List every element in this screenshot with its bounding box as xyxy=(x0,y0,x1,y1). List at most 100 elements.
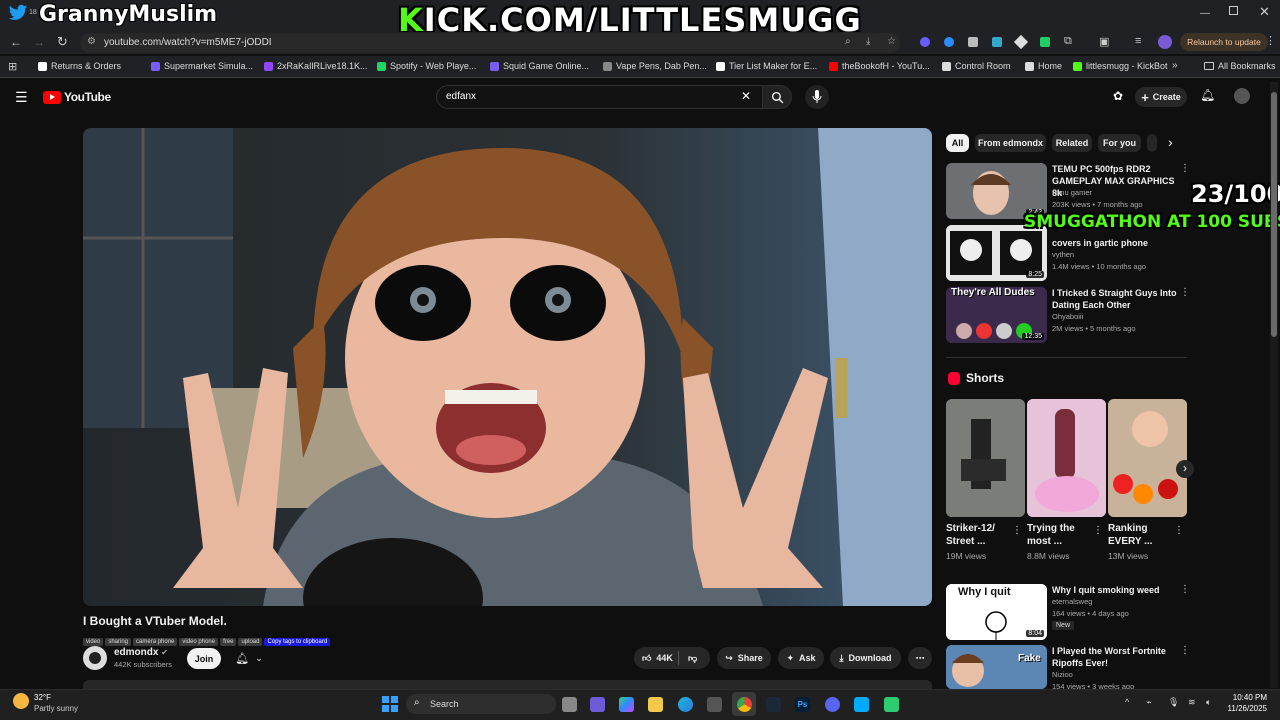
video-tag[interactable]: free xyxy=(220,638,237,646)
more-actions-button[interactable]: ⋯ xyxy=(908,647,932,669)
bookmark-item[interactable]: Squid Game Online... xyxy=(490,61,589,71)
more-actions-icon[interactable]: ⋮ xyxy=(1180,585,1190,595)
video-player[interactable] xyxy=(83,128,932,606)
like-count[interactable]: 44K xyxy=(656,653,673,663)
all-bookmarks[interactable]: All Bookmarks xyxy=(1204,61,1276,71)
extensions-puzzle-icon[interactable]: ⧉ xyxy=(1064,35,1072,48)
forward-icon[interactable]: → xyxy=(33,35,45,49)
zoom-icon[interactable]: ⌕ xyxy=(845,36,851,47)
weather-icon[interactable] xyxy=(13,693,29,709)
chips-next-icon[interactable]: › xyxy=(1168,134,1173,150)
more-actions-icon[interactable]: ⋮ xyxy=(1180,164,1190,174)
chip-all[interactable]: All xyxy=(946,134,969,152)
bookmark-item[interactable]: Supermarket Simula... xyxy=(151,61,253,71)
bookmark-item[interactable]: theBookofH - YouTu... xyxy=(829,61,930,71)
steam-icon[interactable] xyxy=(766,697,781,712)
bookmark-item[interactable]: 2xRaKaIlRLive18.1K... xyxy=(264,61,368,71)
download-button[interactable]: ⤓ Download xyxy=(830,647,901,669)
bookmark-item[interactable]: Home xyxy=(1025,61,1062,71)
copilot-icon[interactable] xyxy=(619,697,634,712)
browser-menu-icon[interactable]: ⋮ xyxy=(1265,34,1276,47)
url-text[interactable]: youtube.com/watch?v=m5ME7-jODDI xyxy=(104,37,272,48)
ask-button[interactable]: ✦ Ask xyxy=(778,647,824,669)
bookmark-star-icon[interactable]: ☆ xyxy=(887,36,896,47)
page-scrollbar[interactable] xyxy=(1270,82,1278,688)
bookmark-item[interactable]: Tier List Maker for E... xyxy=(716,61,817,71)
clock-time[interactable]: 10:40 PM xyxy=(1225,693,1267,702)
extension-2-icon[interactable] xyxy=(944,37,954,47)
like-icon[interactable]: 👍︎ xyxy=(642,653,651,664)
channel-avatar[interactable] xyxy=(83,646,107,670)
related-thumbnail[interactable]: Why I quit 8:04 xyxy=(946,584,1047,640)
weather-temp[interactable]: 32°F xyxy=(34,693,51,702)
related-video-title[interactable]: I Played the Worst Fortnite Ripoffs Ever… xyxy=(1052,645,1177,669)
more-actions-icon[interactable]: ⋮ xyxy=(1012,526,1022,536)
apps-grid-icon[interactable]: ⊞ xyxy=(8,60,17,73)
chip-from-channel[interactable]: From edmondx xyxy=(975,134,1046,152)
more-actions-icon[interactable]: ⋮ xyxy=(1180,288,1190,298)
search-query[interactable]: edfanx xyxy=(446,91,476,102)
bookmark-item[interactable]: Vape Pens, Dab Pen... xyxy=(603,61,707,71)
address-bar[interactable]: ⚙ youtube.com/watch?v=m5ME7-jODDI xyxy=(80,33,900,53)
more-bookmarks-icon[interactable]: » xyxy=(1172,60,1178,71)
back-icon[interactable]: ← xyxy=(10,35,22,49)
weather-desc[interactable]: Partly sunny xyxy=(34,704,78,713)
short-thumbnail[interactable] xyxy=(946,399,1025,517)
related-channel[interactable]: eternalsweg xyxy=(1052,596,1092,608)
wifi-icon[interactable]: ≋ xyxy=(1188,697,1196,708)
short-title[interactable]: Striker-12/ Street ... xyxy=(946,522,1012,548)
video-tag[interactable]: sharing xyxy=(105,638,132,646)
related-thumbnail[interactable]: They're All Dudes 12:35 xyxy=(946,287,1047,343)
short-thumbnail[interactable] xyxy=(1027,399,1106,517)
notifications-bell-icon[interactable]: 🔔︎ xyxy=(1200,88,1215,102)
bookmark-item[interactable]: littlesmugg - KickBot xyxy=(1073,61,1168,71)
chrome-icon[interactable] xyxy=(737,697,752,712)
short-thumbnail[interactable] xyxy=(1108,399,1187,517)
copy-tags-button[interactable]: Copy tags to clipboard xyxy=(264,638,331,646)
related-channel[interactable]: vythen xyxy=(1052,249,1074,261)
tray-overflow-icon[interactable]: ^ xyxy=(1125,697,1129,707)
search-button[interactable] xyxy=(762,85,792,109)
profile-avatar[interactable] xyxy=(1158,35,1172,49)
bookmark-item[interactable]: Returns & Orders xyxy=(38,61,121,71)
related-video-title[interactable]: I Tricked 6 Straight Guys Into Dating Ea… xyxy=(1052,287,1177,311)
teams-icon[interactable] xyxy=(590,697,605,712)
video-tag[interactable]: upload xyxy=(238,638,263,646)
minimize-icon[interactable]: — xyxy=(1200,8,1210,19)
windows-start-icon[interactable] xyxy=(382,696,398,712)
join-button[interactable]: Join xyxy=(187,648,221,669)
youtube-logo[interactable]: YouTube xyxy=(43,90,111,104)
video-tag[interactable]: video xyxy=(83,638,104,646)
file-explorer-icon[interactable] xyxy=(648,697,663,712)
clock-date[interactable]: 11/26/2025 xyxy=(1222,704,1267,713)
description-box[interactable] xyxy=(83,680,932,689)
reload-icon[interactable]: ↻ xyxy=(57,34,68,50)
account-avatar[interactable] xyxy=(1234,88,1250,104)
more-actions-icon[interactable]: ⋮ xyxy=(1180,646,1190,656)
related-video-title[interactable]: covers in gartic phone xyxy=(1052,237,1177,249)
extension-1-icon[interactable] xyxy=(920,37,930,47)
media-control-icon[interactable]: ≡ xyxy=(1135,35,1141,47)
chip-related[interactable]: Related xyxy=(1052,134,1092,152)
dislike-icon[interactable]: 👎︎ xyxy=(688,653,697,664)
voice-search-button[interactable] xyxy=(805,85,829,109)
site-info-icon[interactable]: ⚙ xyxy=(87,36,96,47)
extension-4-icon[interactable] xyxy=(992,37,1002,47)
game-app-icon[interactable] xyxy=(884,697,899,712)
volume-icon[interactable]: 🔈︎ xyxy=(1206,697,1211,708)
mic-tray-icon[interactable]: 🎙︎ xyxy=(1168,697,1179,708)
short-title[interactable]: Ranking EVERY ... xyxy=(1108,522,1174,548)
more-actions-icon[interactable]: ⋮ xyxy=(1093,526,1103,536)
tray-app-icon[interactable]: ⌁ xyxy=(1146,697,1151,708)
subscribe-bell-button[interactable]: 🔔︎ ⌄ xyxy=(229,648,269,669)
search-input[interactable]: edfanx xyxy=(436,85,766,109)
video-tag[interactable]: video phone xyxy=(179,638,219,646)
scrollbar-thumb[interactable] xyxy=(1271,92,1277,337)
bookmark-item[interactable]: Control Room xyxy=(942,61,1011,71)
create-button[interactable]: + Create xyxy=(1135,87,1187,107)
shorts-next-button[interactable]: › xyxy=(1176,460,1194,478)
clear-search-icon[interactable]: ✕ xyxy=(741,89,751,103)
extension-3-icon[interactable] xyxy=(968,37,978,47)
photoshop-icon[interactable]: Ps xyxy=(795,697,810,712)
close-window-icon[interactable]: ✕ xyxy=(1259,4,1270,20)
